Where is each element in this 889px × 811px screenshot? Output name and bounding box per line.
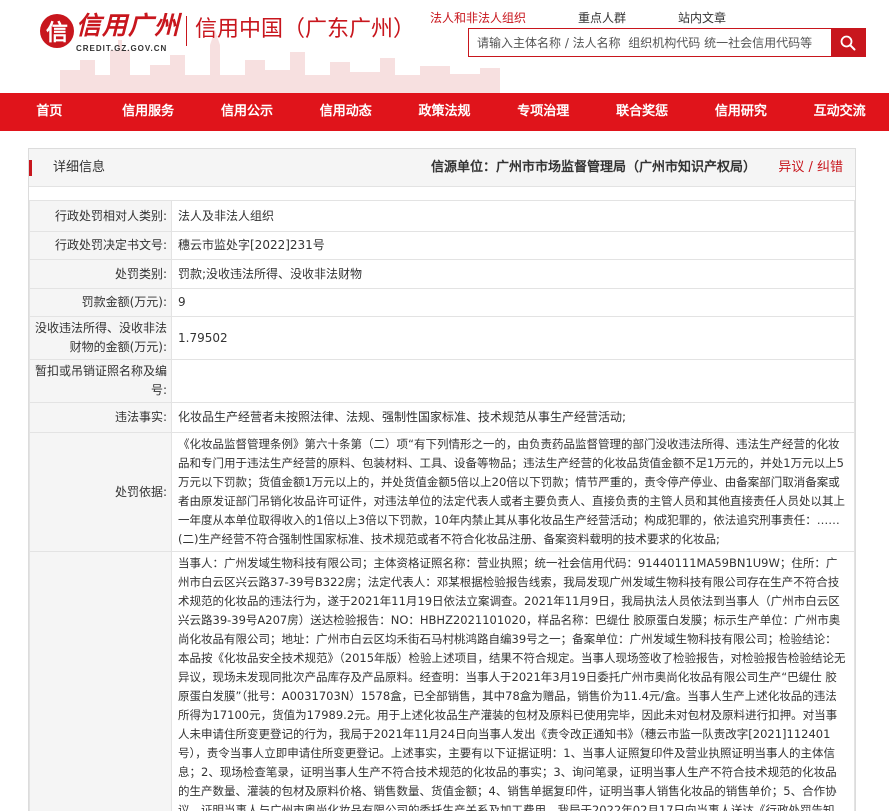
table-row: 违法事实: 化妆品生产经营者未按照法律、法规、强制性国家标准、技术规范从事生产经… bbox=[29, 402, 855, 433]
logo-emblem-icon: 信 bbox=[40, 14, 74, 48]
table-row: 没收违法所得、没收非法财物的金额(万元): 1.79502 bbox=[29, 316, 855, 360]
main-nav: 首页 信用服务 信用公示 信用动态 政策法规 专项治理 联合奖惩 信用研究 互动… bbox=[0, 93, 889, 131]
row-label: 违法事实: bbox=[29, 402, 172, 433]
row-value: 罚款;没收违法所得、没收非法财物 bbox=[171, 259, 855, 289]
logo-divider bbox=[186, 16, 188, 46]
row-label: 行政处罚决定书文号: bbox=[29, 231, 172, 260]
nav-credit-service[interactable]: 信用服务 bbox=[99, 93, 198, 131]
row-label: 没收违法所得、没收非法财物的金额(万元): bbox=[29, 316, 172, 360]
table-row: 行政处罚决定书文号: 穗云市监处字[2022]231号 bbox=[29, 231, 855, 260]
detail-header: 详细信息 信源单位：广州市市场监督管理局（广州市知识产权局） 异议 / 纠错 bbox=[29, 149, 855, 187]
table-row: 罚款金额(万元): 9 bbox=[29, 288, 855, 317]
table-row: 行政处罚相对人类别: 法人及非法人组织 bbox=[29, 200, 855, 232]
row-label: 行政处罚相对人类别: bbox=[29, 200, 172, 232]
row-value: 1.79502 bbox=[171, 316, 855, 360]
nav-policies[interactable]: 政策法规 bbox=[395, 93, 494, 131]
table-row: 处罚类别: 罚款;没收违法所得、没收非法财物 bbox=[29, 259, 855, 289]
top-link-site-articles[interactable]: 站内文章 bbox=[678, 9, 726, 26]
detail-title: 详细信息 bbox=[53, 160, 106, 175]
table-row: 暂扣或吊销证照名称及编号: bbox=[29, 359, 855, 403]
row-value: 法人及非法人组织 bbox=[171, 200, 855, 232]
search-box bbox=[468, 28, 866, 57]
top-links: 法人和非法人组织 重点人群 站内文章 bbox=[430, 9, 778, 26]
row-value: 当事人：广州发域生物科技有限公司；主体资格证照名称：营业执照；统一社会信用代码：… bbox=[171, 551, 855, 811]
objection-correction-link[interactable]: 异议 / 纠错 bbox=[778, 149, 843, 187]
nav-special-governance[interactable]: 专项治理 bbox=[494, 93, 593, 131]
row-label: 罚款金额(万元): bbox=[29, 288, 172, 317]
site-logo[interactable]: 信 信用广州 CREDIT.GZ.GOV.CN 信用中国（广东广州） bbox=[40, 10, 415, 53]
nav-credit-research[interactable]: 信用研究 bbox=[691, 93, 790, 131]
nav-home[interactable]: 首页 bbox=[0, 93, 99, 131]
table-row: 处罚依据: 《化妆品监督管理条例》第六十条第（二）项“有下列情形之一的，由负责药… bbox=[29, 432, 855, 552]
row-label: 处罚类别: bbox=[29, 259, 172, 289]
row-label bbox=[29, 551, 172, 811]
row-label: 暂扣或吊销证照名称及编号: bbox=[29, 359, 172, 403]
nav-credit-disclosure[interactable]: 信用公示 bbox=[198, 93, 297, 131]
top-link-key-groups[interactable]: 重点人群 bbox=[578, 9, 626, 26]
header-accent-bar bbox=[29, 160, 32, 176]
logo-title: 信用广州 bbox=[76, 11, 181, 40]
nav-credit-news[interactable]: 信用动态 bbox=[296, 93, 395, 131]
nav-interaction[interactable]: 互动交流 bbox=[790, 93, 889, 131]
site-header: 信 信用广州 CREDIT.GZ.GOV.CN 信用中国（广东广州） 法人和非法… bbox=[0, 0, 889, 93]
row-value: 9 bbox=[171, 288, 855, 317]
site-subtitle: 信用中国（广东广州） bbox=[195, 17, 416, 42]
row-label: 处罚依据: bbox=[29, 432, 172, 552]
detail-panel: 详细信息 信源单位：广州市市场监督管理局（广州市知识产权局） 异议 / 纠错 行… bbox=[28, 148, 856, 811]
search-input[interactable] bbox=[469, 29, 831, 56]
nav-joint-rewards-penalties[interactable]: 联合奖惩 bbox=[593, 93, 692, 131]
row-value: 穗云市监处字[2022]231号 bbox=[171, 231, 855, 260]
logo-url: CREDIT.GZ.GOV.CN bbox=[76, 44, 168, 53]
penalty-info-table: 行政处罚相对人类别: 法人及非法人组织 行政处罚决定书文号: 穗云市监处字[20… bbox=[29, 200, 855, 811]
table-row: 当事人：广州发域生物科技有限公司；主体资格证照名称：营业执照；统一社会信用代码：… bbox=[29, 551, 855, 811]
row-value bbox=[171, 359, 855, 403]
row-value: 化妆品生产经营者未按照法律、法规、强制性国家标准、技术规范从事生产经营活动; bbox=[171, 402, 855, 433]
source-unit: 信源单位：广州市市场监督管理局（广州市知识产权局） bbox=[431, 160, 757, 175]
row-value: 《化妆品监督管理条例》第六十条第（二）项“有下列情形之一的，由负责药品监督管理的… bbox=[171, 432, 855, 552]
search-button[interactable] bbox=[831, 29, 865, 56]
top-link-legal-entities[interactable]: 法人和非法人组织 bbox=[430, 9, 526, 26]
search-icon bbox=[840, 35, 856, 50]
